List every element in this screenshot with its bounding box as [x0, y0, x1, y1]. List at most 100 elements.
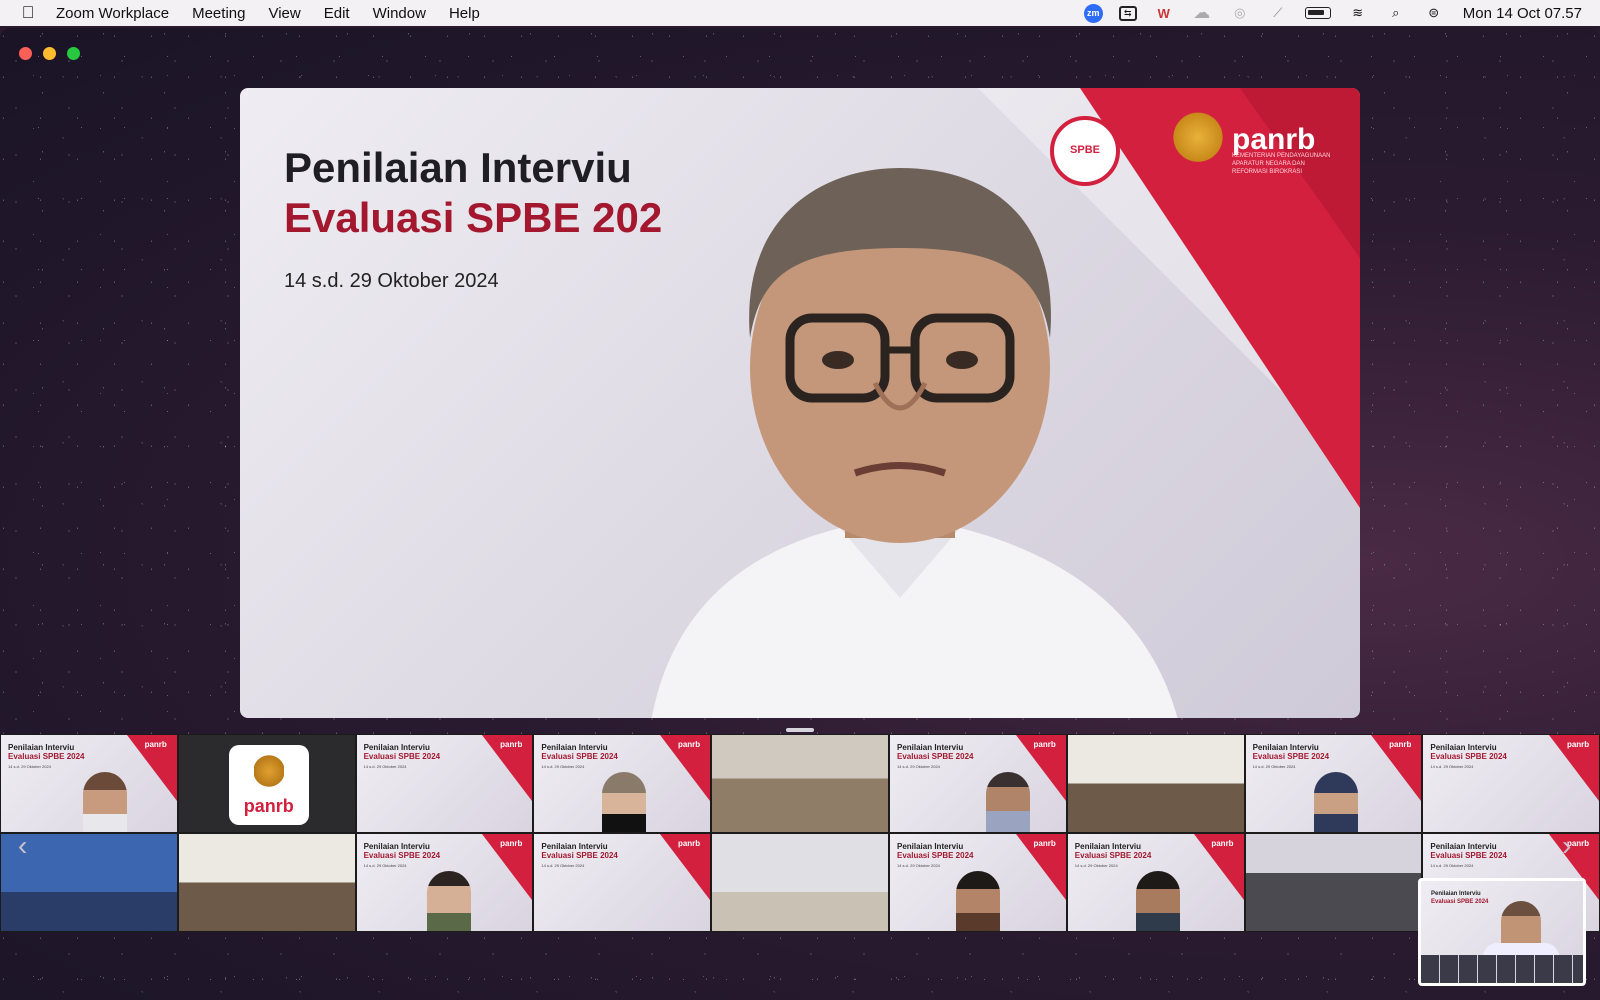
tile-brand: panrb: [677, 740, 701, 749]
tile-slide-title: Penilaian Interviu: [1074, 842, 1142, 851]
tile-slide-subtitle: Evaluasi SPBE 2024: [541, 752, 618, 761]
participant-video: [83, 772, 127, 832]
menu-window[interactable]: Window: [373, 5, 426, 22]
tile-slide-subtitle: Evaluasi SPBE 2024: [1252, 752, 1330, 761]
wps-icon[interactable]: W: [1153, 4, 1175, 22]
mute-icon[interactable]: ⟋: [1267, 4, 1289, 22]
tile-slide-title: Penilaian Interviu: [8, 743, 75, 752]
minimize-window-button[interactable]: [43, 47, 56, 60]
tile-brand: panrb: [144, 740, 167, 749]
participant-video: [602, 772, 647, 832]
tile-slide-title: Penilaian Interviu: [541, 842, 608, 851]
tile-brand: panrb: [1033, 839, 1056, 848]
participant-tile[interactable]: Penilaian Interviu Evaluasi SPBE 2024 14…: [533, 833, 712, 932]
tile-brand: panrb: [1033, 740, 1056, 749]
tile-slide-title: Penilaian Interviu: [1430, 743, 1497, 752]
tile-brand: panrb: [500, 839, 523, 848]
menu-help[interactable]: Help: [449, 5, 480, 22]
menu-bar:  Zoom Workplace Meeting View Edit Windo…: [0, 0, 1600, 26]
tile-slide-title: Penilaian Interviu: [1252, 743, 1319, 752]
participant-tile[interactable]: [1244, 833, 1423, 932]
menu-edit[interactable]: Edit: [324, 5, 350, 22]
participant-tile[interactable]: [1066, 734, 1245, 833]
spotlight-icon[interactable]: ⌕: [1385, 4, 1407, 22]
tile-slide-title: Penilaian Interviu: [363, 743, 430, 752]
tile-slide-date: 14 s.d. 29 Oktober 2024: [1430, 764, 1474, 769]
tile-slide-subtitle: Evaluasi SPBE 2024: [1074, 851, 1152, 860]
menu-app-name[interactable]: Zoom Workplace: [56, 5, 169, 22]
tile-slide-date: 14 s.d. 29 Oktober 2024: [1074, 863, 1118, 868]
participant-tile[interactable]: Penilaian Interviu Evaluasi SPBE 2024 14…: [0, 734, 178, 833]
slide-title: Penilaian Interviu: [284, 144, 632, 191]
tile-slide-title: Penilaian Interviu: [896, 842, 964, 851]
tile-brand: panrb: [500, 740, 523, 749]
close-window-button[interactable]: [19, 47, 32, 60]
participant-tile[interactable]: panrb: [177, 734, 356, 833]
brand-tagline: KEMENTERIAN PENDAYAGUNAAN APARATUR NEGAR…: [1232, 153, 1331, 175]
tile-brand: panrb: [1566, 740, 1590, 749]
control-center-icon[interactable]: ⊜: [1423, 4, 1445, 22]
menu-meeting[interactable]: Meeting: [192, 5, 245, 22]
gallery-prev-page-icon[interactable]: ‹: [18, 830, 27, 862]
active-speaker-video[interactable]: Penilaian Interviu Evaluasi SPBE 202 14 …: [240, 88, 1360, 718]
gallery-resize-handle[interactable]: [786, 728, 814, 732]
tile-slide-title: Penilaian Interviu: [541, 743, 608, 752]
zoom-meeting-window: Penilaian Interviu Evaluasi SPBE 202 14 …: [0, 28, 1600, 1000]
participant-tile[interactable]: [711, 734, 889, 833]
airdrop-icon[interactable]: ◎: [1229, 4, 1251, 22]
participant-tile[interactable]: [711, 833, 889, 932]
selfview-slide-subtitle: Evaluasi SPBE 2024: [1431, 899, 1489, 905]
tile-brand: panrb: [1211, 839, 1234, 848]
tile-slide-date: 14 s.d. 29 Oktober 2024: [541, 863, 585, 868]
screen-share-icon[interactable]: ⇆: [1118, 5, 1137, 21]
tile-slide-date: 14 s.d. 29 Oktober 2024: [541, 764, 585, 769]
apple-menu-icon[interactable]: : [0, 3, 56, 23]
participant-video: [955, 871, 1000, 931]
selfview-gallery-strip: [1421, 955, 1583, 983]
participant-tile[interactable]: Penilaian Interviu Evaluasi SPBE 2024 14…: [355, 833, 534, 932]
tile-slide-date: 14 s.d. 29 Oktober 2024: [363, 863, 407, 868]
zoom-icon[interactable]: zm: [1083, 3, 1103, 23]
tile-slide-subtitle: Evaluasi SPBE 2024: [1430, 851, 1507, 860]
tile-slide-title: Penilaian Interviu: [896, 743, 964, 752]
selfview-slide-title: Penilaian Interviu: [1431, 891, 1481, 897]
battery-icon[interactable]: [1304, 7, 1331, 19]
self-view-video[interactable]: Penilaian Interviu Evaluasi SPBE 2024: [1418, 878, 1586, 986]
status-tray: zm ⇆ W ☁ ◎ ⟋ ≋ ⌕ ⊜ Mon 14 Oct 07.57: [1083, 3, 1600, 23]
participant-tile[interactable]: [177, 833, 356, 932]
tile-slide-subtitle: Evaluasi SPBE 2024: [8, 752, 85, 761]
tile-slide-date: 14 s.d. 29 Oktober 2024: [896, 863, 940, 868]
tile-slide-date: 14 s.d. 29 Oktober 2024: [1252, 764, 1296, 769]
tile-slide-subtitle: Evaluasi SPBE 2024: [896, 851, 974, 860]
tile-slide-subtitle: Evaluasi SPBE 2024: [541, 851, 618, 860]
wifi-icon[interactable]: ≋: [1347, 4, 1369, 22]
panrb-avatar: panrb: [228, 745, 309, 825]
participant-video: [1135, 871, 1180, 931]
tile-brand: panrb: [1389, 740, 1412, 749]
tile-brand: panrb: [677, 839, 701, 848]
tile-slide-date: 14 s.d. 29 Oktober 2024: [363, 764, 407, 769]
participant-tile[interactable]: Penilaian Interviu Evaluasi SPBE 2024 14…: [355, 734, 534, 833]
maximize-window-button[interactable]: [67, 47, 80, 60]
avatar-label: panrb: [243, 796, 294, 816]
tile-slide-subtitle: Evaluasi SPBE 2024: [896, 752, 974, 761]
tile-slide-title: Penilaian Interviu: [1430, 842, 1497, 851]
participant-gallery: Penilaian Interviu Evaluasi SPBE 2024 14…: [0, 734, 1600, 932]
participant-tile[interactable]: Penilaian Interviu Evaluasi SPBE 2024 14…: [1066, 833, 1245, 932]
participant-tile[interactable]: Penilaian Interviu Evaluasi SPBE 2024 14…: [1244, 734, 1423, 833]
gallery-next-page-icon[interactable]: ›: [1562, 830, 1571, 862]
participant-tile[interactable]: Penilaian Interviu Evaluasi SPBE 2024 14…: [1422, 734, 1600, 833]
clock[interactable]: Mon 14 Oct 07.57: [1463, 5, 1582, 22]
tile-slide-title: Penilaian Interviu: [363, 842, 430, 851]
participant-video: [1313, 772, 1358, 832]
tile-slide-date: 14 s.d. 29 Oktober 2024: [8, 764, 51, 769]
participant-tile[interactable]: Penilaian Interviu Evaluasi SPBE 2024 14…: [888, 734, 1067, 833]
participant-video: [426, 871, 471, 931]
participant-tile[interactable]: Penilaian Interviu Evaluasi SPBE 2024 14…: [888, 833, 1067, 932]
menu-view[interactable]: View: [268, 5, 300, 22]
participant-tile[interactable]: Penilaian Interviu Evaluasi SPBE 2024 14…: [533, 734, 712, 833]
tile-slide-date: 14 s.d. 29 Oktober 2024: [896, 764, 940, 769]
slide-date: 14 s.d. 29 Oktober 2024: [284, 270, 499, 292]
tile-slide-date: 14 s.d. 29 Oktober 2024: [1430, 863, 1474, 868]
cloud-icon[interactable]: ☁: [1191, 3, 1213, 22]
